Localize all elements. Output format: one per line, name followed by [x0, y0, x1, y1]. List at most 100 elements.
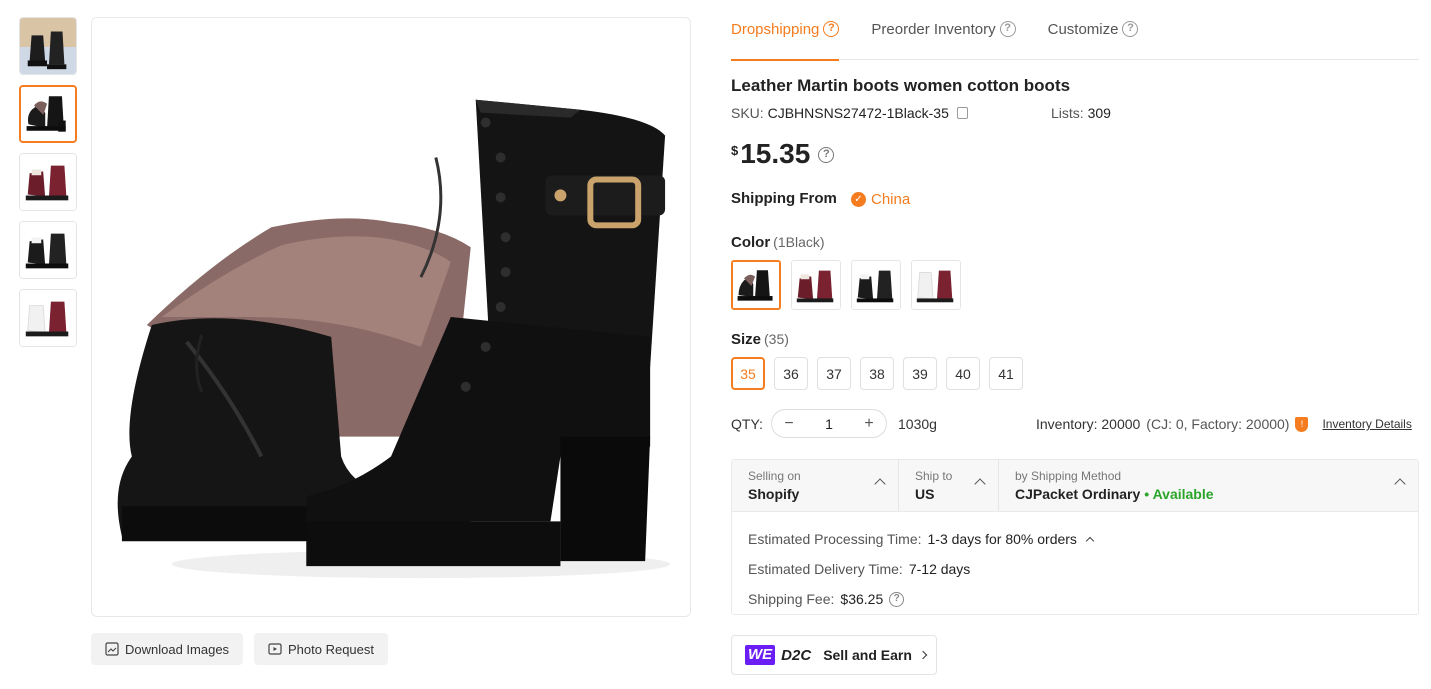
selling-on-value: Shopify — [748, 486, 800, 502]
tab-customize[interactable]: Customize ? — [1048, 18, 1139, 60]
product-title: Leather Martin boots women cotton boots — [731, 76, 1071, 95]
thumbnail-3[interactable] — [19, 153, 77, 211]
color-swatch[interactable] — [791, 260, 841, 310]
color-swatch[interactable] — [851, 260, 901, 310]
shield-icon: ! — [1295, 416, 1309, 432]
size-option[interactable]: 35 — [731, 357, 765, 390]
check-icon: ✓ — [851, 192, 866, 207]
tab-label: Dropshipping — [731, 21, 820, 38]
copy-icon[interactable] — [956, 107, 968, 119]
boot-image — [92, 18, 690, 616]
help-icon[interactable]: ? — [999, 21, 1016, 37]
shipping-method-select[interactable]: by Shipping Method CJPacket Ordinary • Av… — [999, 460, 1418, 511]
lists-value: 309 — [1087, 105, 1111, 121]
decrement-button[interactable]: − — [781, 415, 797, 433]
sku-line: SKU: CJBHNSNS27472-1Black-35 — [731, 105, 968, 121]
help-icon[interactable]: ? — [823, 21, 840, 37]
shipping-method-line: CJPacket Ordinary • Available — [1015, 486, 1418, 502]
boot-thumbnail-image — [20, 222, 76, 278]
video-icon — [268, 643, 282, 655]
processing-time-label: Estimated Processing Time: — [748, 531, 922, 547]
size-option[interactable]: 38 — [860, 357, 894, 390]
help-icon[interactable]: ? — [818, 147, 835, 163]
boot-thumbnail-image — [21, 87, 75, 141]
chevron-up-icon[interactable] — [1085, 536, 1095, 545]
purchase-tabs: Dropshipping ? Preorder Inventory ? Cust… — [731, 18, 1419, 61]
shipping-fee-row: Shipping Fee: $36.25 ? — [748, 584, 1402, 614]
size-label: Size (35) — [731, 331, 789, 348]
sell-and-earn-label: Sell and Earn — [823, 647, 912, 663]
color-label-text: Color — [731, 234, 771, 251]
help-icon[interactable]: ? — [1122, 21, 1139, 37]
shipping-selectors: Selling on Shopify Ship to US by Shippin… — [732, 460, 1418, 512]
sku-label: SKU: — [731, 105, 764, 121]
thumbnail-1[interactable] — [19, 17, 77, 75]
delivery-time-label: Estimated Delivery Time: — [748, 561, 903, 577]
lists-label: Lists: — [1051, 105, 1084, 121]
thumbnail-list — [19, 17, 79, 357]
shipping-from-country: China — [871, 191, 911, 208]
sku-value: CJBHNSNS27472-1Black-35 — [767, 105, 949, 121]
sell-and-earn-button[interactable]: WE D2C Sell and Earn — [731, 635, 937, 675]
selling-on-select[interactable]: Selling on Shopify — [732, 460, 899, 511]
photo-request-label: Photo Request — [288, 641, 375, 657]
increment-button[interactable]: + — [861, 415, 877, 433]
size-option[interactable]: 37 — [817, 357, 851, 390]
image-download-icon — [105, 642, 119, 656]
thumbnail-4[interactable] — [19, 221, 77, 279]
tab-dropshipping[interactable]: Dropshipping ? — [731, 18, 840, 61]
shipping-from-label: Shipping From — [731, 190, 837, 207]
boot-swatch-image — [792, 261, 840, 309]
shipping-estimates: Estimated Processing Time: 1-3 days for … — [732, 512, 1418, 626]
inventory-total: Inventory: 20000 — [1036, 416, 1141, 432]
color-selected: (1Black) — [773, 234, 825, 250]
lists-count: Lists: 309 — [1051, 105, 1111, 121]
size-options: 35 36 37 38 39 40 41 — [731, 357, 1023, 390]
shipping-fee-label: Shipping Fee: — [748, 591, 835, 607]
boot-thumbnail-image — [20, 290, 76, 346]
download-images-button[interactable]: Download Images — [91, 633, 244, 665]
processing-time-value: 1-3 days for 80% orders — [927, 531, 1077, 547]
inventory-details-link[interactable]: Inventory Details — [1322, 417, 1411, 431]
quantity-stepper: − 1 + — [771, 409, 887, 438]
inventory-info: Inventory: 20000 (CJ: 0, Factory: 20000)… — [1036, 416, 1412, 432]
size-option[interactable]: 36 — [774, 357, 808, 390]
delivery-time-value: 7-12 days — [908, 561, 971, 577]
we-logo: WE — [745, 645, 776, 665]
inventory-breakdown: (CJ: 0, Factory: 20000) — [1146, 416, 1290, 432]
processing-time-row: Estimated Processing Time: 1-3 days for … — [748, 524, 1402, 554]
color-label: Color (1Black) — [731, 234, 825, 251]
ship-to-value: US — [915, 486, 935, 502]
main-product-image[interactable] — [91, 17, 691, 617]
size-option[interactable]: 41 — [989, 357, 1023, 390]
product-price: $ 15.35 ? — [731, 138, 835, 170]
ship-to-select[interactable]: Ship to US — [899, 460, 999, 511]
shipping-panel: Selling on Shopify Ship to US by Shippin… — [731, 459, 1419, 615]
shipping-method-value: CJPacket Ordinary — [1015, 486, 1141, 502]
shipping-from-option[interactable]: ✓ China — [851, 191, 910, 208]
price-value: 15.35 — [740, 138, 811, 169]
color-swatch[interactable] — [731, 260, 781, 310]
shipping-fee-value: $36.25 — [840, 591, 884, 607]
download-images-label: Download Images — [125, 641, 230, 657]
size-option[interactable]: 40 — [946, 357, 980, 390]
product-weight: 1030g — [898, 416, 937, 432]
size-option[interactable]: 39 — [903, 357, 937, 390]
boot-swatch-image — [852, 261, 900, 309]
tab-label: Preorder Inventory — [871, 21, 996, 38]
help-icon[interactable]: ? — [889, 591, 905, 607]
tab-preorder-inventory[interactable]: Preorder Inventory ? — [871, 18, 1016, 60]
color-swatches — [731, 260, 961, 310]
price-currency: $ — [731, 143, 739, 158]
shipping-method-label: by Shipping Method — [1015, 469, 1122, 483]
size-selected: (35) — [764, 331, 789, 347]
color-swatch[interactable] — [911, 260, 961, 310]
thumbnail-5[interactable] — [19, 289, 77, 347]
quantity-input[interactable]: 1 — [825, 416, 833, 432]
photo-request-button[interactable]: Photo Request — [254, 633, 389, 665]
size-label-text: Size — [731, 331, 762, 348]
chevron-right-icon — [918, 650, 928, 660]
delivery-time-row: Estimated Delivery Time: 7-12 days — [748, 554, 1402, 584]
boot-swatch-image — [912, 261, 960, 309]
thumbnail-2[interactable] — [19, 85, 77, 143]
